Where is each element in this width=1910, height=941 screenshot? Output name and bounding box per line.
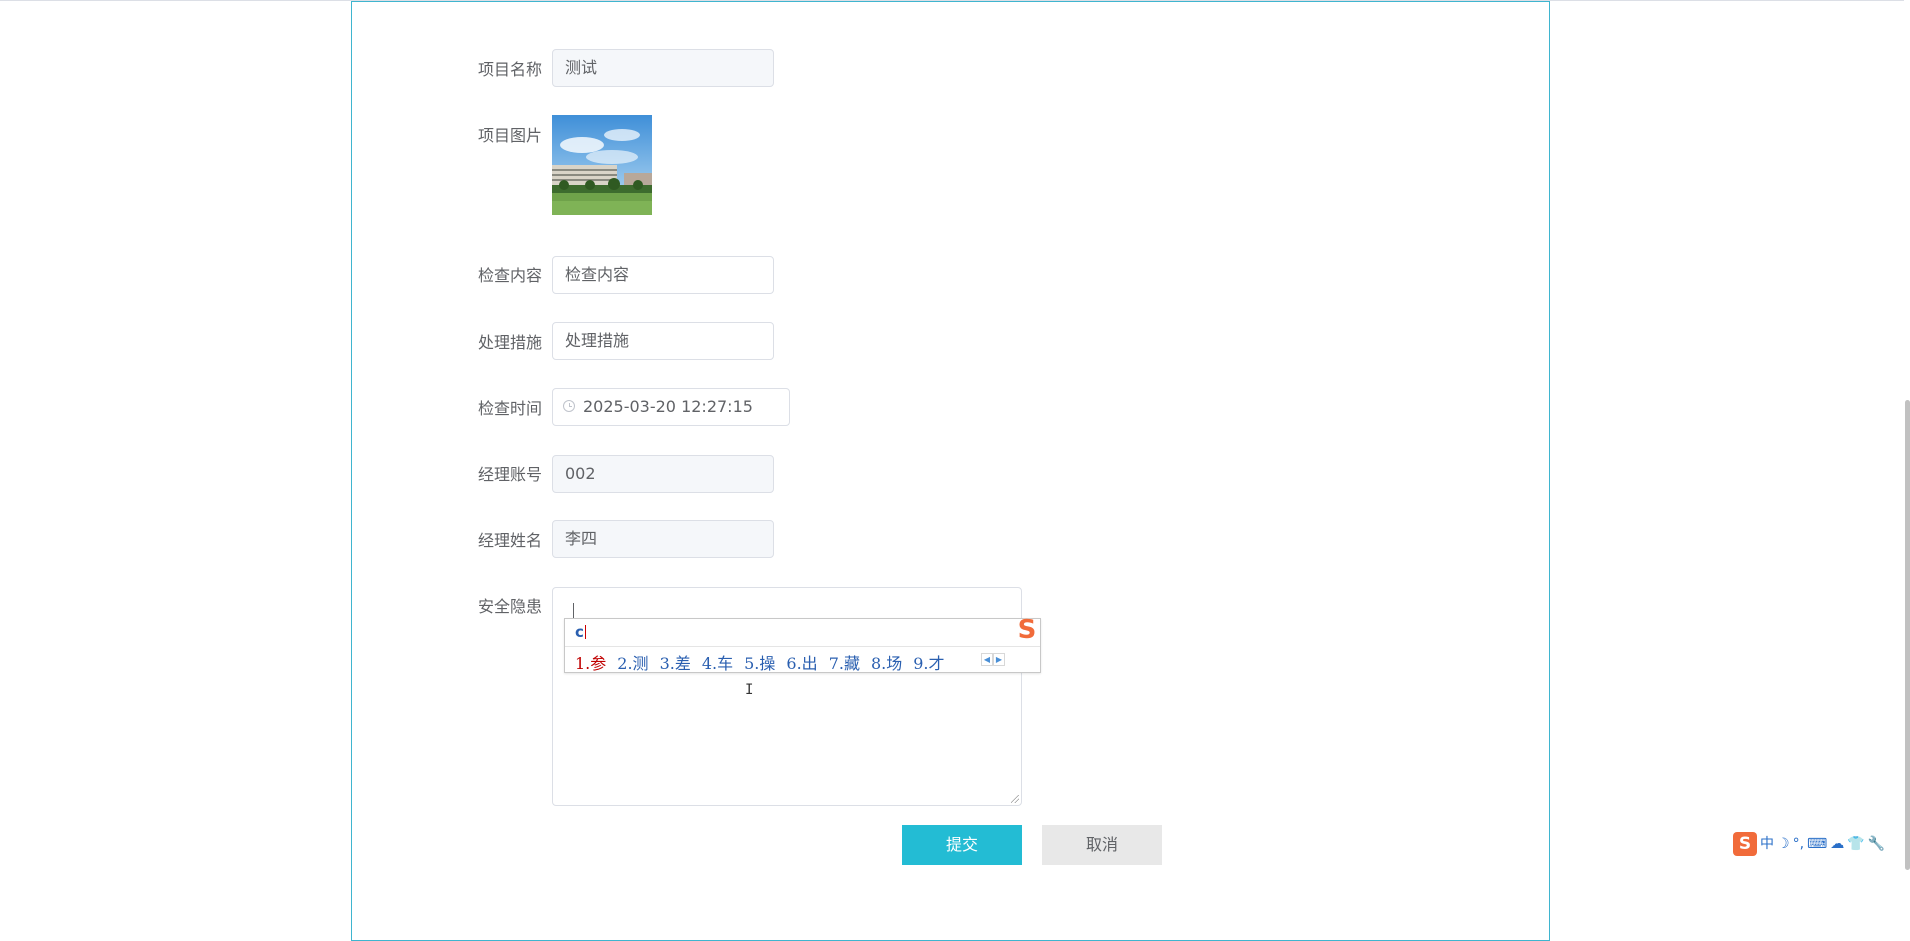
- ime-punctuation-icon[interactable]: °,: [1793, 834, 1804, 854]
- ime-status-toolbar: S 中 ☽ °, ⌨ ☁ 👕 🔧: [1733, 832, 1910, 856]
- measures-input[interactable]: 处理措施: [552, 322, 774, 360]
- ime-chinese-mode-icon[interactable]: 中: [1760, 834, 1774, 854]
- sogou-logo-icon: S: [1017, 615, 1037, 645]
- inspection-content-placeholder: 检查内容: [565, 265, 630, 284]
- measures-placeholder: 处理措施: [565, 331, 630, 350]
- resize-handle-icon[interactable]: [1011, 795, 1019, 803]
- ime-keyboard-icon[interactable]: ⌨: [1807, 834, 1827, 854]
- ime-voice-icon[interactable]: ☁: [1830, 834, 1844, 854]
- project-image-thumbnail[interactable]: [552, 115, 652, 215]
- ime-next-page-icon[interactable]: ▶: [993, 653, 1005, 666]
- ime-candidate-list: 1.参 2.测 3.差 4.车 5.操 6.出 7.藏 8.场 9.才: [575, 650, 956, 674]
- page-scrollbar[interactable]: [1904, 0, 1910, 918]
- ime-halfwidth-icon[interactable]: ☽: [1777, 834, 1790, 854]
- project-name-value: 测试: [565, 58, 598, 77]
- manager-name-input[interactable]: 李四: [552, 520, 774, 558]
- manager-account-value: 002: [565, 464, 596, 483]
- manager-account-input[interactable]: 002: [552, 455, 774, 493]
- ime-candidate[interactable]: 4.车: [702, 650, 733, 674]
- inspection-time-value: 2025-03-20 12:27:15: [583, 397, 753, 416]
- inspection-content-input[interactable]: 检查内容: [552, 256, 774, 294]
- form-panel: 项目名称 测试 项目图片 检查内容 检查内容 处理措施 处理措施 检查时间 20…: [351, 1, 1550, 941]
- ime-pinyin-composition: c: [575, 623, 586, 641]
- ime-candidate[interactable]: 9.才: [913, 650, 944, 674]
- submit-button[interactable]: 提交: [902, 825, 1022, 865]
- campus-photo-icon: [552, 115, 652, 215]
- ime-candidate[interactable]: 7.藏: [829, 650, 860, 674]
- ime-candidate[interactable]: 1.参: [575, 650, 606, 674]
- ime-candidate[interactable]: 6.出: [786, 650, 817, 674]
- project-name-input[interactable]: 测试: [552, 49, 774, 87]
- clock-icon: [563, 400, 575, 412]
- manager-name-value: 李四: [565, 529, 598, 548]
- inspection-time-picker[interactable]: 2025-03-20 12:27:15: [552, 388, 790, 426]
- ime-candidate[interactable]: 8.场: [871, 650, 902, 674]
- ime-prev-page-icon[interactable]: ◀: [981, 653, 993, 666]
- ime-candidate[interactable]: 2.测: [617, 650, 648, 674]
- ime-candidate[interactable]: 3.差: [660, 650, 691, 674]
- ime-candidate-window: c 1.参 2.测 3.差 4.车 5.操 6.出 7.藏 8.场 9.才 ◀ ▶ S: [564, 615, 1041, 674]
- scrollbar-thumb[interactable]: [1905, 400, 1910, 870]
- ime-skin-icon[interactable]: 👕: [1847, 834, 1864, 854]
- ibeam-cursor-icon: I: [745, 682, 754, 698]
- ime-page-arrows: ◀ ▶: [981, 653, 1005, 672]
- ime-candidate[interactable]: 5.操: [744, 650, 775, 674]
- cancel-button[interactable]: 取消: [1042, 825, 1162, 865]
- ime-tools-icon[interactable]: 🔧: [1868, 834, 1885, 854]
- sogou-status-logo-icon[interactable]: S: [1733, 832, 1757, 856]
